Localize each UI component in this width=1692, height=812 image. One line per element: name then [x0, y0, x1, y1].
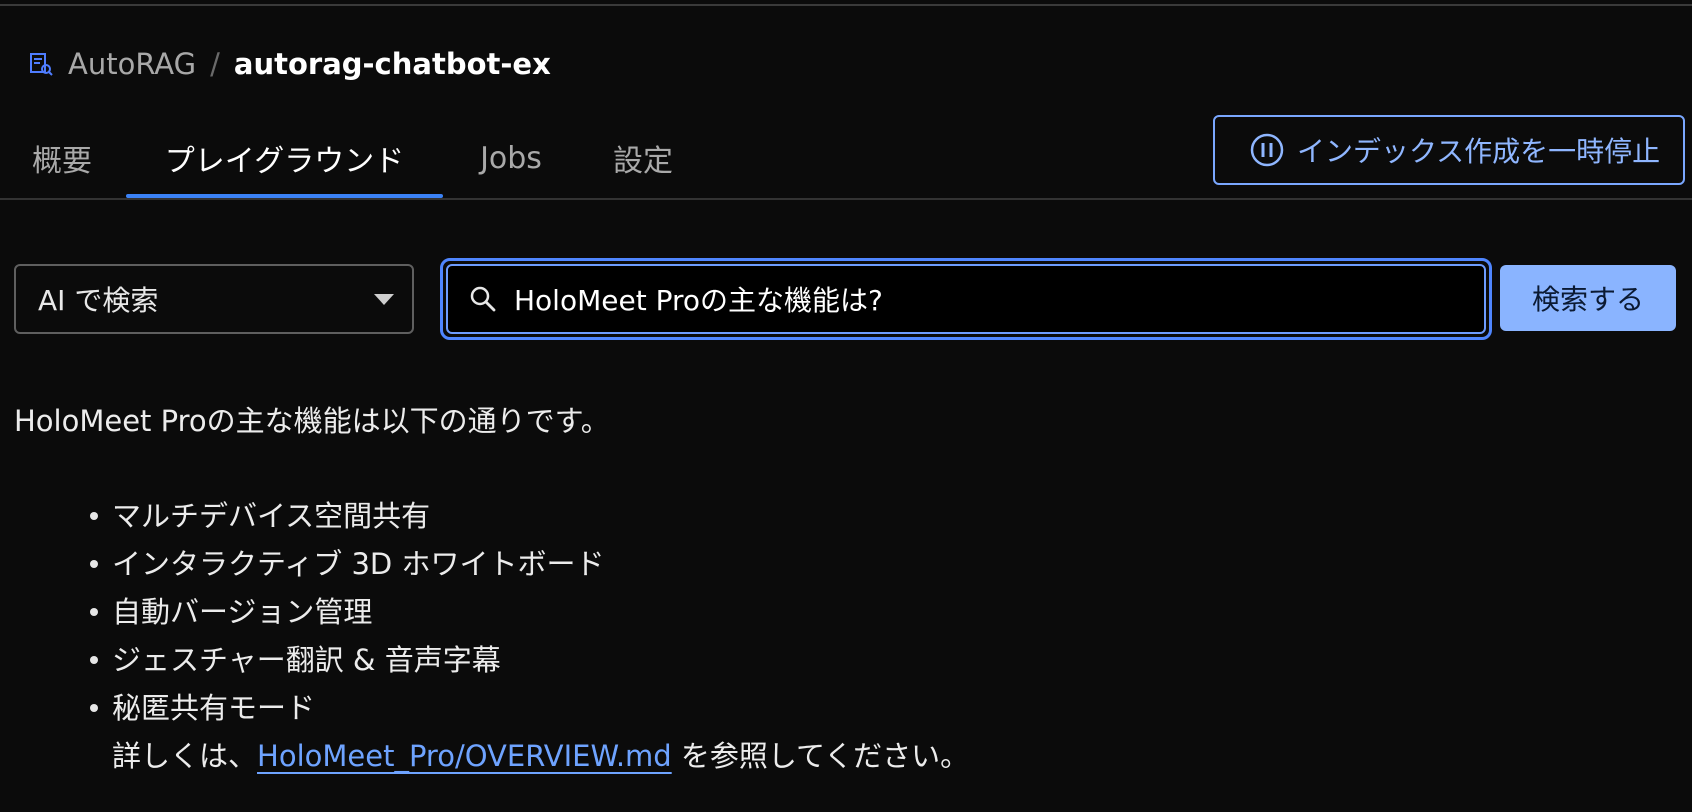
pause-indexing-label: インデックス作成を一時停止	[1297, 136, 1661, 167]
bullet-icon	[90, 656, 98, 664]
feature-text: インタラクティブ 3D ホワイトボード	[112, 547, 605, 581]
search-input[interactable]	[512, 281, 1484, 317]
top-divider	[0, 4, 1692, 6]
tab-overview[interactable]: 概要	[22, 118, 102, 198]
bullet-icon	[90, 560, 98, 568]
breadcrumb-root-link[interactable]: AutoRAG	[68, 47, 196, 81]
search-icon	[468, 284, 498, 314]
bullet-icon	[90, 512, 98, 520]
search-box	[446, 264, 1486, 334]
reference-line: 詳しくは、HoloMeet_Pro/OVERVIEW.md を参照してください。	[14, 732, 1664, 780]
search-mode-value: AI で検索	[38, 284, 159, 317]
feature-list: マルチデバイス空間共有 インタラクティブ 3D ホワイトボード 自動バージョン管…	[14, 492, 1664, 732]
tab-settings[interactable]: 設定	[600, 118, 686, 198]
answer-intro: HoloMeet Proの主な機能は以下の通りです。	[14, 404, 610, 438]
search-field	[440, 258, 1492, 340]
tab-playground[interactable]: プレイグラウンド	[126, 118, 443, 198]
breadcrumb: AutoRAG / autorag-chatbot-ex	[28, 44, 551, 84]
bullet-icon	[90, 704, 98, 712]
list-item: 秘匿共有モード	[90, 684, 1664, 732]
list-item: インタラクティブ 3D ホワイトボード	[90, 540, 1664, 588]
reference-link[interactable]: HoloMeet_Pro/OVERVIEW.md	[257, 739, 672, 773]
reference-prefix: 詳しくは、	[112, 739, 258, 773]
reference-suffix: を参照してください。	[671, 739, 970, 773]
tab-jobs[interactable]: Jobs	[466, 118, 556, 198]
answer-panel: HoloMeet Proの主な機能は以下の通りです。 マルチデバイス空間共有 イ…	[14, 400, 1664, 780]
breadcrumb-separator: /	[210, 47, 220, 81]
list-item: ジェスチャー翻訳 & 音声字幕	[90, 636, 1664, 684]
autorag-icon	[28, 51, 54, 77]
search-button[interactable]: 検索する	[1500, 265, 1676, 331]
chevron-down-icon	[374, 294, 394, 305]
page-title: autorag-chatbot-ex	[233, 47, 551, 81]
feature-text: 自動バージョン管理	[112, 595, 373, 629]
tabs-divider	[0, 198, 1692, 200]
feature-text: ジェスチャー翻訳 & 音声字幕	[112, 643, 501, 677]
search-mode-select[interactable]: AI で検索	[14, 264, 414, 334]
pause-indexing-button[interactable]: インデックス作成を一時停止	[1213, 115, 1685, 185]
pause-icon	[1249, 132, 1285, 168]
feature-text: マルチデバイス空間共有	[112, 499, 431, 533]
feature-text: 秘匿共有モード	[112, 691, 316, 725]
bullet-icon	[90, 608, 98, 616]
list-item: 自動バージョン管理	[90, 588, 1664, 636]
list-item: マルチデバイス空間共有	[90, 492, 1664, 540]
